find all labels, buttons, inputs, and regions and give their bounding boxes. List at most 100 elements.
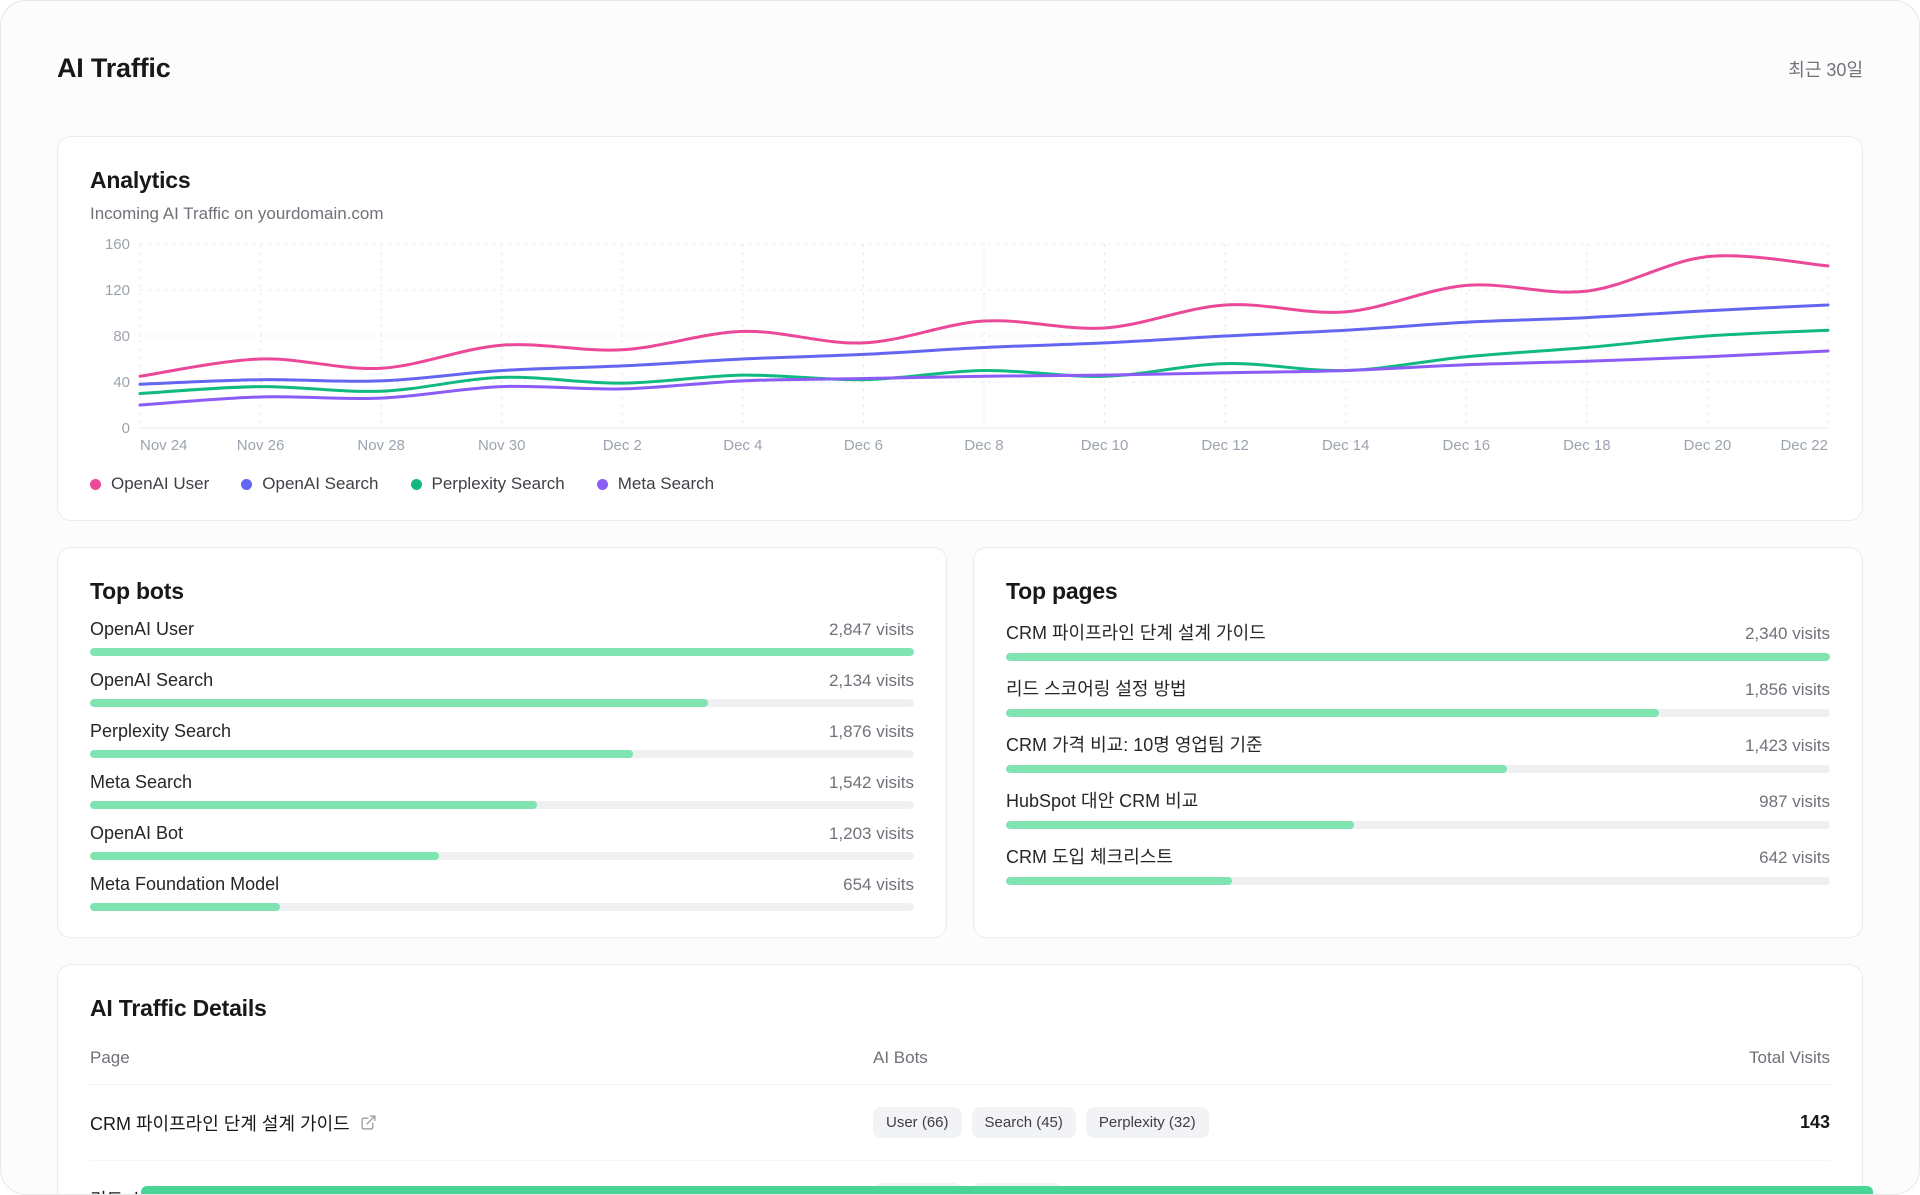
bar-item-row: OpenAI Search 2,134 visits — [90, 670, 914, 691]
bar-item-row: CRM 파이프라인 단계 설계 가이드 2,340 visits — [1006, 619, 1830, 645]
legend-dot — [90, 479, 101, 490]
bottom-partial-bar — [141, 1186, 1873, 1194]
bar-fill — [90, 852, 439, 860]
bar-fill — [90, 648, 914, 656]
list-item: OpenAI Search 2,134 visits — [90, 670, 914, 707]
bar-item-visits: 654 visits — [843, 875, 914, 895]
bar-item-row: OpenAI User 2,847 visits — [90, 619, 914, 640]
list-item: Meta Search 1,542 visits — [90, 772, 914, 809]
legend-dot — [411, 479, 422, 490]
svg-text:Nov 26: Nov 26 — [237, 437, 285, 454]
traffic-line-chart: Nov 24Nov 26Nov 28Nov 30Dec 2Dec 4Dec 6D… — [90, 236, 1834, 458]
list-item: HubSpot 대안 CRM 비교 987 visits — [1006, 787, 1830, 829]
bar-item-label: Meta Search — [90, 772, 192, 793]
top-bots-card: Top bots OpenAI User 2,847 visits OpenAI… — [57, 547, 947, 938]
bar-item-row: OpenAI Bot 1,203 visits — [90, 823, 914, 844]
svg-text:40: 40 — [113, 374, 130, 391]
bar-item-visits: 1,876 visits — [829, 722, 914, 742]
bar-fill — [90, 801, 537, 809]
svg-text:Dec 20: Dec 20 — [1684, 437, 1732, 454]
bar-item-visits: 2,847 visits — [829, 620, 914, 640]
legend-label: OpenAI User — [111, 474, 209, 494]
top-pages-card: Top pages CRM 파이프라인 단계 설계 가이드 2,340 visi… — [973, 547, 1863, 938]
bar-item-label: Meta Foundation Model — [90, 874, 279, 895]
bar-item-label: CRM 가격 비교: 10명 영업팀 기준 — [1006, 731, 1263, 757]
summary-cards-row: Top bots OpenAI User 2,847 visits OpenAI… — [57, 547, 1863, 938]
legend-label: OpenAI Search — [262, 474, 378, 494]
column-header-page: Page — [90, 1048, 873, 1068]
legend-item: OpenAI Search — [241, 474, 378, 494]
legend-dot — [241, 479, 252, 490]
bar-item-label: HubSpot 대안 CRM 비교 — [1006, 787, 1198, 813]
chart-legend: OpenAI User OpenAI Search Perplexity Searc… — [90, 474, 1830, 494]
bar-item-label: CRM 파이프라인 단계 설계 가이드 — [1006, 619, 1266, 645]
bar-track — [90, 903, 914, 911]
bar-track — [90, 852, 914, 860]
page-title: AI Traffic — [57, 53, 171, 84]
bar-track — [1006, 821, 1830, 829]
svg-text:Dec 18: Dec 18 — [1563, 437, 1611, 454]
analytics-title: Analytics — [90, 167, 1830, 194]
svg-text:Nov 24: Nov 24 — [140, 437, 188, 454]
ai-traffic-details-card: AI Traffic Details Page AI Bots Total Vi… — [57, 964, 1863, 1195]
bar-item-label: Perplexity Search — [90, 721, 231, 742]
svg-text:Nov 28: Nov 28 — [357, 437, 405, 454]
bar-item-row: CRM 도입 체크리스트 642 visits — [1006, 843, 1830, 869]
bar-item-visits: 2,134 visits — [829, 671, 914, 691]
list-item: CRM 도입 체크리스트 642 visits — [1006, 843, 1830, 885]
bot-badge: Perplexity (32) — [1086, 1107, 1209, 1138]
bar-track — [1006, 653, 1830, 661]
svg-text:0: 0 — [122, 420, 130, 437]
list-item: OpenAI Bot 1,203 visits — [90, 823, 914, 860]
top-pages-title: Top pages — [1006, 578, 1830, 605]
bar-fill — [90, 699, 708, 707]
bar-fill — [1006, 765, 1507, 773]
bar-item-visits: 1,856 visits — [1745, 680, 1830, 700]
bar-item-visits: 642 visits — [1759, 848, 1830, 868]
svg-text:Nov 30: Nov 30 — [478, 437, 526, 454]
bar-item-label: CRM 도입 체크리스트 — [1006, 843, 1173, 869]
bar-fill — [90, 903, 280, 911]
bar-track — [90, 750, 914, 758]
svg-text:Dec 12: Dec 12 — [1201, 437, 1249, 454]
bar-item-row: Meta Foundation Model 654 visits — [90, 874, 914, 895]
bar-fill — [1006, 821, 1354, 829]
bar-item-visits: 1,423 visits — [1745, 736, 1830, 756]
page-header: AI Traffic 최근 30일 — [57, 1, 1863, 84]
analytics-subtitle: Incoming AI Traffic on yourdomain.com — [90, 204, 1830, 224]
svg-text:Dec 22: Dec 22 — [1780, 437, 1828, 454]
detail-page-link[interactable]: CRM 파이프라인 단계 설계 가이드 — [90, 1110, 873, 1136]
bot-badge: Search (45) — [972, 1107, 1076, 1138]
bot-badge: User (66) — [873, 1107, 962, 1138]
bar-track — [90, 801, 914, 809]
column-header-total: Total Visits — [1749, 1048, 1830, 1068]
legend-item: Perplexity Search — [411, 474, 565, 494]
bar-item-label: OpenAI Search — [90, 670, 213, 691]
period-selector[interactable]: 최근 30일 — [1788, 56, 1863, 82]
detail-total: 143 — [1800, 1112, 1830, 1133]
bar-track — [90, 699, 914, 707]
legend-label: Meta Search — [618, 474, 714, 494]
legend-item: OpenAI User — [90, 474, 209, 494]
ai-traffic-dashboard: AI Traffic 최근 30일 Analytics Incoming AI … — [0, 0, 1920, 1195]
external-link-icon[interactable] — [360, 1114, 377, 1131]
legend-dot — [597, 479, 608, 490]
list-item: CRM 가격 비교: 10명 영업팀 기준 1,423 visits — [1006, 731, 1830, 773]
bar-fill — [90, 750, 633, 758]
bar-item-row: Perplexity Search 1,876 visits — [90, 721, 914, 742]
svg-text:Dec 4: Dec 4 — [723, 437, 762, 454]
bar-item-visits: 987 visits — [1759, 792, 1830, 812]
legend-item: Meta Search — [597, 474, 714, 494]
bar-item-label: 리드 스코어링 설정 방법 — [1006, 675, 1187, 701]
column-header-bots: AI Bots — [873, 1048, 1660, 1068]
details-title: AI Traffic Details — [90, 995, 1830, 1022]
list-item: 리드 스코어링 설정 방법 1,856 visits — [1006, 675, 1830, 717]
bar-item-visits: 1,542 visits — [829, 773, 914, 793]
list-item: Meta Foundation Model 654 visits — [90, 874, 914, 911]
details-table-body: CRM 파이프라인 단계 설계 가이드 User (66) Search (45)… — [90, 1085, 1830, 1195]
legend-label: Perplexity Search — [432, 474, 565, 494]
bar-item-visits: 1,203 visits — [829, 824, 914, 844]
detail-page-title: CRM 파이프라인 단계 설계 가이드 — [90, 1110, 350, 1136]
svg-text:80: 80 — [113, 328, 130, 345]
top-bots-title: Top bots — [90, 578, 914, 605]
